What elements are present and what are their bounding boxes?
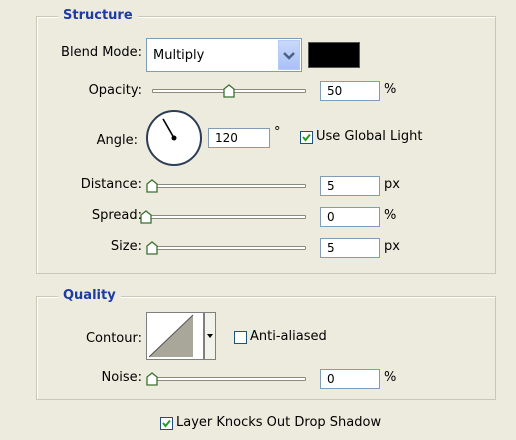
checkmark-icon xyxy=(302,133,311,142)
size-unit: px xyxy=(384,239,400,254)
blend-mode-dropdown-button[interactable] xyxy=(278,40,300,70)
size-slider-track[interactable] xyxy=(152,246,306,250)
blend-mode-value: Multiply xyxy=(153,48,205,63)
noise-label: Noise: xyxy=(101,370,142,385)
contour-linear-icon xyxy=(149,314,194,358)
noise-unit: % xyxy=(384,370,397,385)
anti-aliased-checkbox[interactable] xyxy=(234,331,247,344)
structure-legend: Structure xyxy=(58,8,138,24)
noise-input[interactable]: 0 xyxy=(320,369,380,389)
spread-slider-track[interactable] xyxy=(146,215,306,219)
opacity-input[interactable]: 50 xyxy=(320,81,380,101)
size-input[interactable]: 5 xyxy=(320,238,380,258)
opacity-slider-thumb-icon[interactable] xyxy=(223,84,235,98)
contour-label: Contour: xyxy=(85,331,142,346)
opacity-unit: % xyxy=(384,82,397,97)
distance-unit: px xyxy=(384,177,400,192)
shadow-color-swatch[interactable] xyxy=(308,42,360,68)
noise-slider-thumb-icon[interactable] xyxy=(146,372,158,386)
size-label: Size: xyxy=(110,239,142,254)
spread-slider-thumb-icon[interactable] xyxy=(140,210,152,224)
distance-label: Distance: xyxy=(80,177,142,192)
contour-picker[interactable] xyxy=(146,312,204,360)
spread-unit: % xyxy=(384,208,397,223)
contour-dropdown-button[interactable] xyxy=(204,312,216,360)
spread-label: Spread: xyxy=(91,208,142,223)
size-slider-thumb-icon[interactable] xyxy=(146,241,158,255)
distance-slider-thumb-icon[interactable] xyxy=(146,179,158,193)
use-global-light-label[interactable]: Use Global Light xyxy=(316,128,422,146)
layer-knocks-out-checkbox[interactable] xyxy=(160,417,173,430)
opacity-label: Opacity: xyxy=(88,83,142,98)
blend-mode-label: Blend Mode: xyxy=(61,45,142,60)
angle-needle-icon xyxy=(162,118,177,141)
distance-slider-track[interactable] xyxy=(152,184,306,188)
angle-unit: ° xyxy=(274,125,281,140)
angle-input[interactable]: 120 xyxy=(208,128,270,148)
triangle-down-icon xyxy=(207,334,213,338)
angle-dial[interactable] xyxy=(146,110,202,166)
angle-label: Angle: xyxy=(96,133,138,148)
noise-slider-track[interactable] xyxy=(152,377,306,381)
anti-aliased-label[interactable]: Anti-aliased xyxy=(250,328,327,346)
chevron-down-icon xyxy=(283,52,295,60)
layer-knocks-out-label[interactable]: Layer Knocks Out Drop Shadow xyxy=(176,414,381,432)
blend-mode-select[interactable]: Multiply xyxy=(146,38,302,72)
spread-input[interactable]: 0 xyxy=(320,207,380,227)
checkmark-icon xyxy=(162,419,171,428)
distance-input[interactable]: 5 xyxy=(320,176,380,196)
quality-legend: Quality xyxy=(58,288,121,304)
use-global-light-checkbox[interactable] xyxy=(300,131,313,144)
